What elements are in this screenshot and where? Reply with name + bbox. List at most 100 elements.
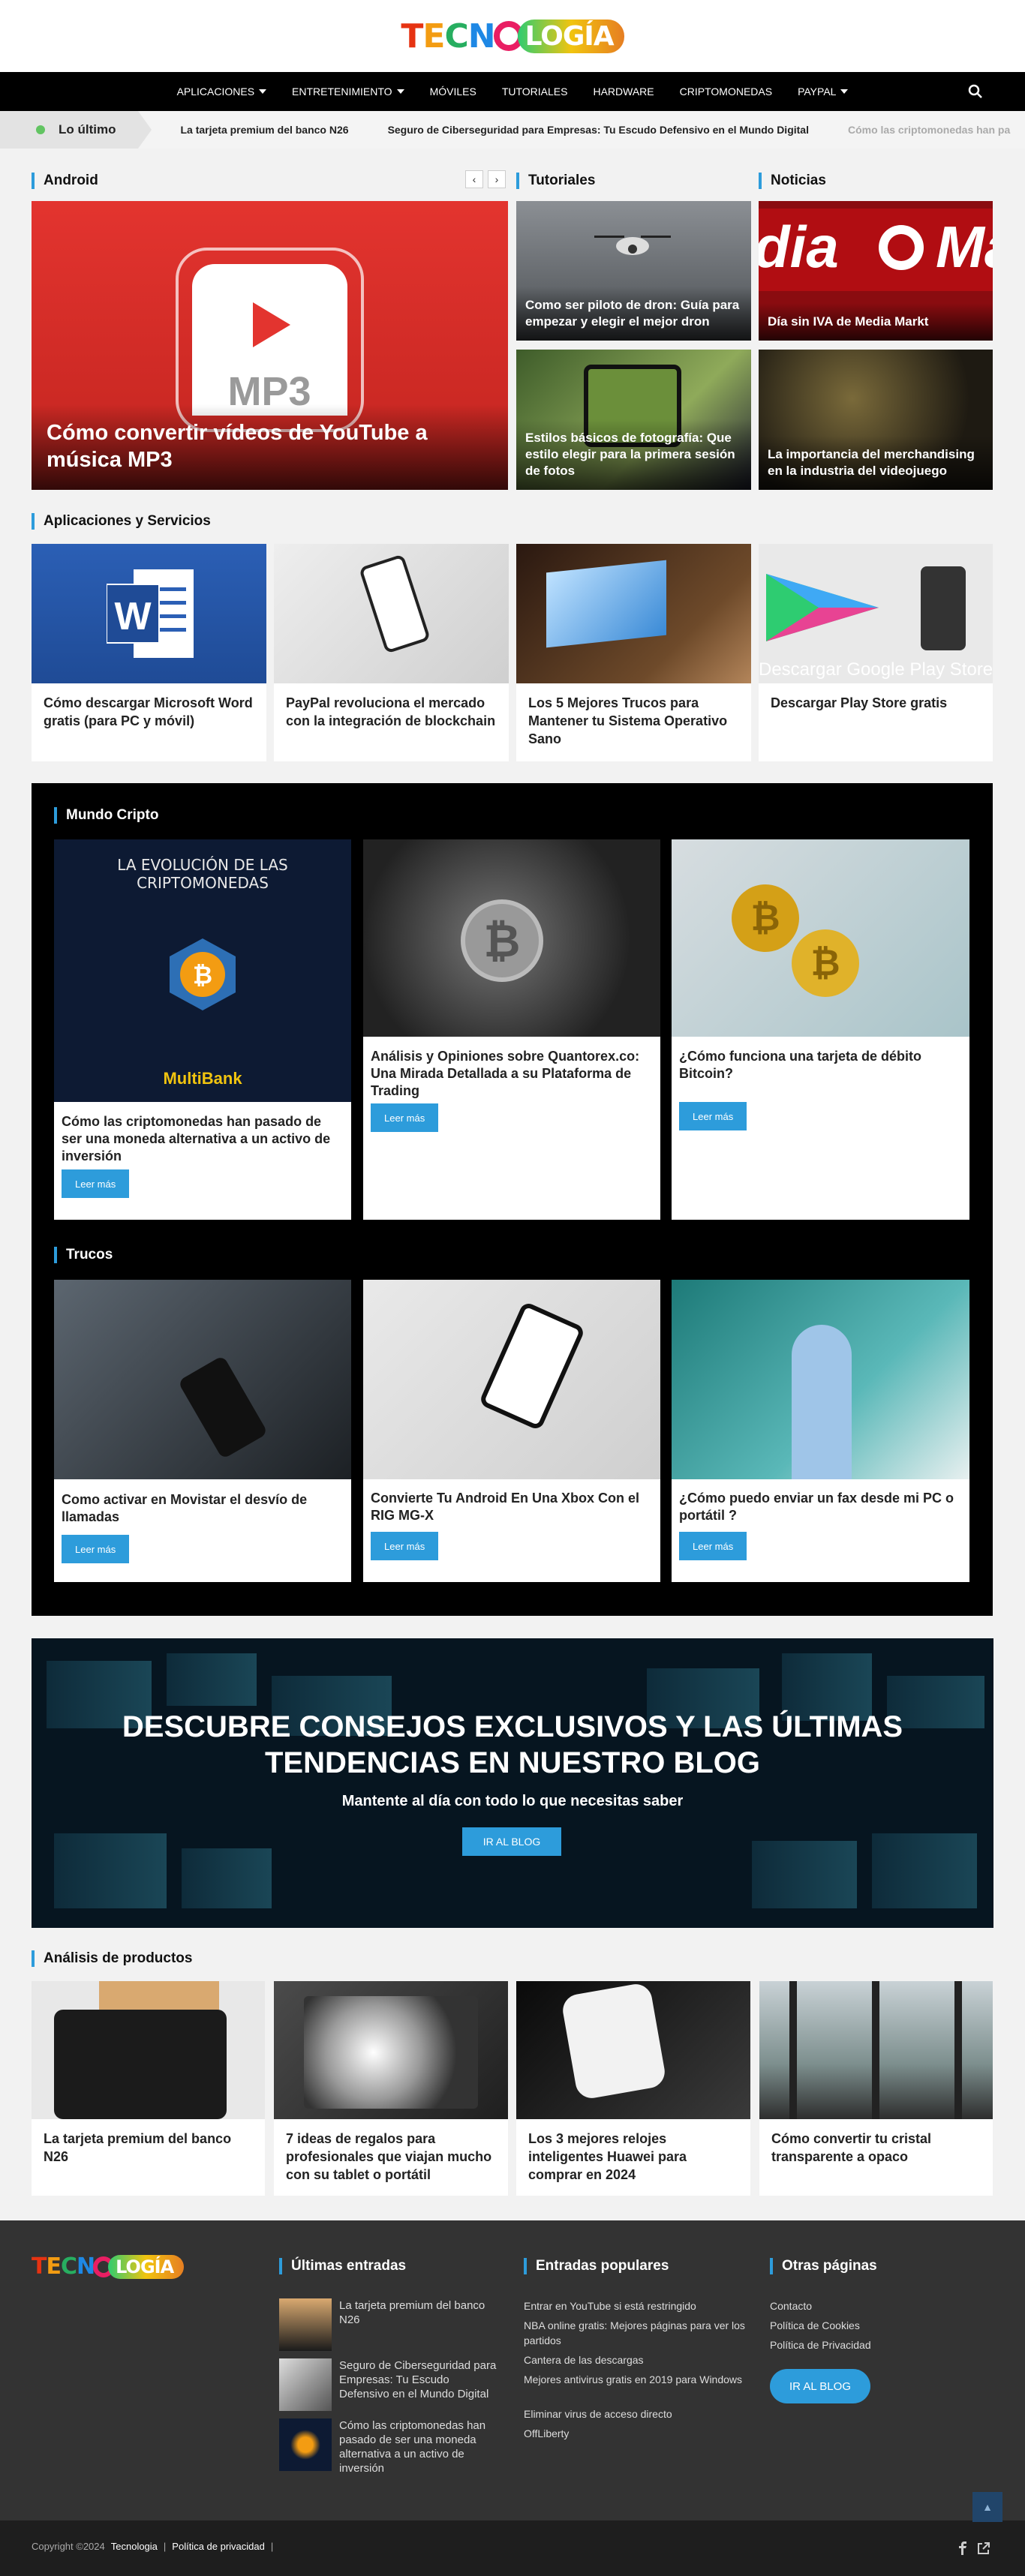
bitcoin-hexagon-icon: ₿: [170, 938, 236, 1010]
phone-shape: [478, 1301, 586, 1431]
caret-down-icon: [840, 89, 849, 94]
post-card-merchandising[interactable]: La importancia del merchandising en la i…: [759, 350, 993, 490]
product-card-relojes[interactable]: Los 3 mejores relojes inteligentes Huawe…: [516, 1981, 750, 2196]
laptop-image: [516, 544, 751, 683]
product-card-cristal[interactable]: Cómo convertir tu cristal transparente a…: [759, 1981, 993, 2196]
popular-link[interactable]: NBA online gratis: Mejores páginas para …: [524, 2318, 749, 2348]
play-store-logo-icon: [766, 574, 879, 641]
site-header: T E C N LOGÍA: [0, 0, 1025, 72]
caret-down-icon: [396, 89, 404, 94]
section-heading-noticias: Noticias: [759, 173, 826, 189]
crypto-card-evolucion[interactable]: LA EVOLUCIÓN DE LAS CRIPTOMONEDAS ₿ Mult…: [54, 839, 351, 1220]
post-card-play-store[interactable]: Descargar Google Play Store Descargar Pl…: [759, 544, 993, 761]
popular-link[interactable]: Entrar en YouTube si está restringido: [524, 2298, 749, 2313]
nav-entretenimiento[interactable]: ENTRETENIMIENTO: [279, 86, 417, 98]
banner-subtitle: Mantente al día con todo lo que necesita…: [341, 1793, 684, 1809]
post-title: Como ser piloto de dron: Guía para empez…: [516, 287, 751, 341]
site-footer: T E C N LOGÍA Últimas entradas La tarjeta pr…: [0, 2220, 1025, 2520]
svg-text:Ma: Ma: [936, 214, 993, 280]
nav-tutoriales[interactable]: TUTORIALES: [489, 86, 581, 98]
footer-post[interactable]: La tarjeta premium del banco N26: [279, 2298, 497, 2351]
banner-title: Descubre consejos exclusivos y las últim…: [122, 1710, 903, 1779]
section-heading-android: Android: [32, 173, 98, 189]
news-ticker: Lo último La tarjeta premium del banco N…: [0, 111, 1025, 149]
product-card-regalos[interactable]: 7 ideas de regalos para profesionales qu…: [274, 1981, 508, 2196]
featured-android-post[interactable]: MP3 Cómo convertir vídeos de YouTube a m…: [32, 201, 508, 490]
footer-logo[interactable]: T E C N LOGÍA: [32, 2253, 185, 2280]
hand-phone-image: [363, 1280, 660, 1479]
paypal-phone-image: [274, 544, 509, 683]
ticker-item[interactable]: Cómo las criptomonedas han pa: [848, 124, 1010, 136]
copyright: Copyright ©2024 Tecnologia | Política de…: [32, 2541, 274, 2552]
trick-card-xbox[interactable]: Convierte Tu Android En Una Xbox Con el …: [363, 1280, 660, 1582]
image-brand: MultiBank: [163, 1069, 242, 1088]
next-arrow-icon[interactable]: ›: [488, 170, 506, 188]
prev-arrow-icon[interactable]: ‹: [465, 170, 483, 188]
footer-link-privacidad[interactable]: Política de Privacidad: [770, 2337, 871, 2352]
read-more-button[interactable]: Leer más: [371, 1532, 439, 1560]
post-title: Como activar en Movistar el desvío de ll…: [62, 1492, 308, 1524]
live-dot-icon: [36, 125, 45, 134]
read-more-button[interactable]: Leer más: [62, 1169, 130, 1198]
read-more-button[interactable]: Leer más: [371, 1103, 439, 1132]
nav-criptomonedas[interactable]: CRIPTOMONEDAS: [667, 86, 785, 98]
trick-card-fax[interactable]: ¿Cómo puedo enviar un fax desde mi PC o …: [672, 1280, 969, 1582]
nav-paypal[interactable]: PAYPAL: [785, 86, 861, 98]
post-card-dron[interactable]: Como ser piloto de dron: Guía para empez…: [516, 201, 751, 341]
chevron-up-icon[interactable]: ▲: [972, 2492, 1002, 2522]
section-heading-trucos: Trucos: [54, 1247, 113, 1263]
black-card-shape: [54, 2010, 227, 2119]
post-card-sistema-operativo[interactable]: Los 5 Mejores Trucos para Mantener tu Si…: [516, 544, 751, 761]
popular-link[interactable]: Mejores antivirus gratis en 2019 para Wi…: [524, 2372, 749, 2387]
bitcoin-gold-image: ₿ ₿: [672, 839, 969, 1037]
crypto-card-quantorex[interactable]: ₿ Análisis y Opiniones sobre Quantorex.c…: [363, 839, 660, 1220]
nav-aplicaciones[interactable]: APLICACIONES: [164, 86, 279, 98]
post-thumbnail: [279, 2298, 332, 2351]
footer-link-contacto[interactable]: Contacto: [770, 2298, 812, 2313]
site-logo[interactable]: T E C N LOGÍA: [401, 17, 624, 56]
ticker-label: Lo último: [0, 111, 153, 149]
post-card-media-markt[interactable]: dia Ma Día sin IVA de Media Markt: [759, 201, 993, 341]
drone-image: [594, 236, 671, 255]
smartwatch-image: [516, 1981, 750, 2119]
post-card-fotografia[interactable]: Estilos básicos de fotografía: Que estil…: [516, 350, 751, 490]
site-name-link[interactable]: Tecnologia: [111, 2541, 158, 2552]
trick-card-movistar[interactable]: Como activar en Movistar el desvío de ll…: [54, 1280, 351, 1582]
go-to-blog-button[interactable]: IR AL BLOG: [462, 1827, 561, 1856]
window-frame: [789, 1981, 797, 2119]
post-card-paypal[interactable]: PayPal revoluciona el mercado con la int…: [274, 544, 509, 761]
footer-post[interactable]: Cómo las criptomonedas han pasado de ser…: [279, 2418, 497, 2475]
post-title: Cómo las criptomonedas han pasado de ser…: [62, 1114, 331, 1163]
popular-link[interactable]: OffLiberty: [524, 2426, 749, 2441]
privacy-policy-link[interactable]: Política de privacidad: [172, 2541, 265, 2552]
footer-blog-button[interactable]: IR AL BLOG: [770, 2369, 870, 2403]
external-link-icon[interactable]: [977, 2541, 990, 2555]
banner-background: [32, 1638, 993, 1928]
post-thumbnail: [279, 2418, 332, 2471]
post-title: 7 ideas de regalos para profesionales qu…: [286, 2131, 492, 2182]
facebook-icon[interactable]: [957, 2541, 968, 2555]
crypto-card-tarjeta-debito[interactable]: ₿ ₿ ¿Cómo funciona una tarjeta de débito…: [672, 839, 969, 1220]
ticker-item[interactable]: Seguro de Ciberseguridad para Empresas: …: [388, 124, 809, 136]
footer-post[interactable]: Seguro de Ciberseguridad para Empresas: …: [279, 2358, 497, 2411]
post-title: Convierte Tu Android En Una Xbox Con el …: [371, 1491, 640, 1523]
person-shape: [792, 1325, 852, 1479]
post-title: Los 5 Mejores Trucos para Mantener tu Si…: [528, 695, 728, 746]
blog-banner: Descubre consejos exclusivos y las últim…: [32, 1638, 993, 1928]
nav-hardware[interactable]: HARDWARE: [580, 86, 666, 98]
bitcoin-coin-icon: ₿: [461, 899, 543, 982]
read-more-button[interactable]: Leer más: [62, 1535, 130, 1563]
search-icon[interactable]: [968, 84, 983, 99]
svg-text:W: W: [114, 595, 152, 638]
footer-link-cookies[interactable]: Política de Cookies: [770, 2318, 860, 2333]
post-card-word[interactable]: W Cómo descargar Microsoft Word gratis (…: [32, 544, 266, 761]
popular-link[interactable]: Eliminar virus de acceso directo: [524, 2406, 749, 2421]
read-more-button[interactable]: Leer más: [679, 1102, 747, 1130]
product-card-n26[interactable]: La tarjeta premium del banco N26: [32, 1981, 265, 2196]
crypto-evolution-image: LA EVOLUCIÓN DE LAS CRIPTOMONEDAS ₿ Mult…: [54, 839, 351, 1102]
nav-moviles[interactable]: MÓVILES: [417, 86, 489, 98]
post-title: La tarjeta premium del banco N26: [44, 2131, 232, 2164]
read-more-button[interactable]: Leer más: [679, 1532, 747, 1560]
ticker-item[interactable]: La tarjeta premium del banco N26: [180, 124, 348, 136]
popular-link[interactable]: Cantera de las descargas: [524, 2352, 749, 2367]
